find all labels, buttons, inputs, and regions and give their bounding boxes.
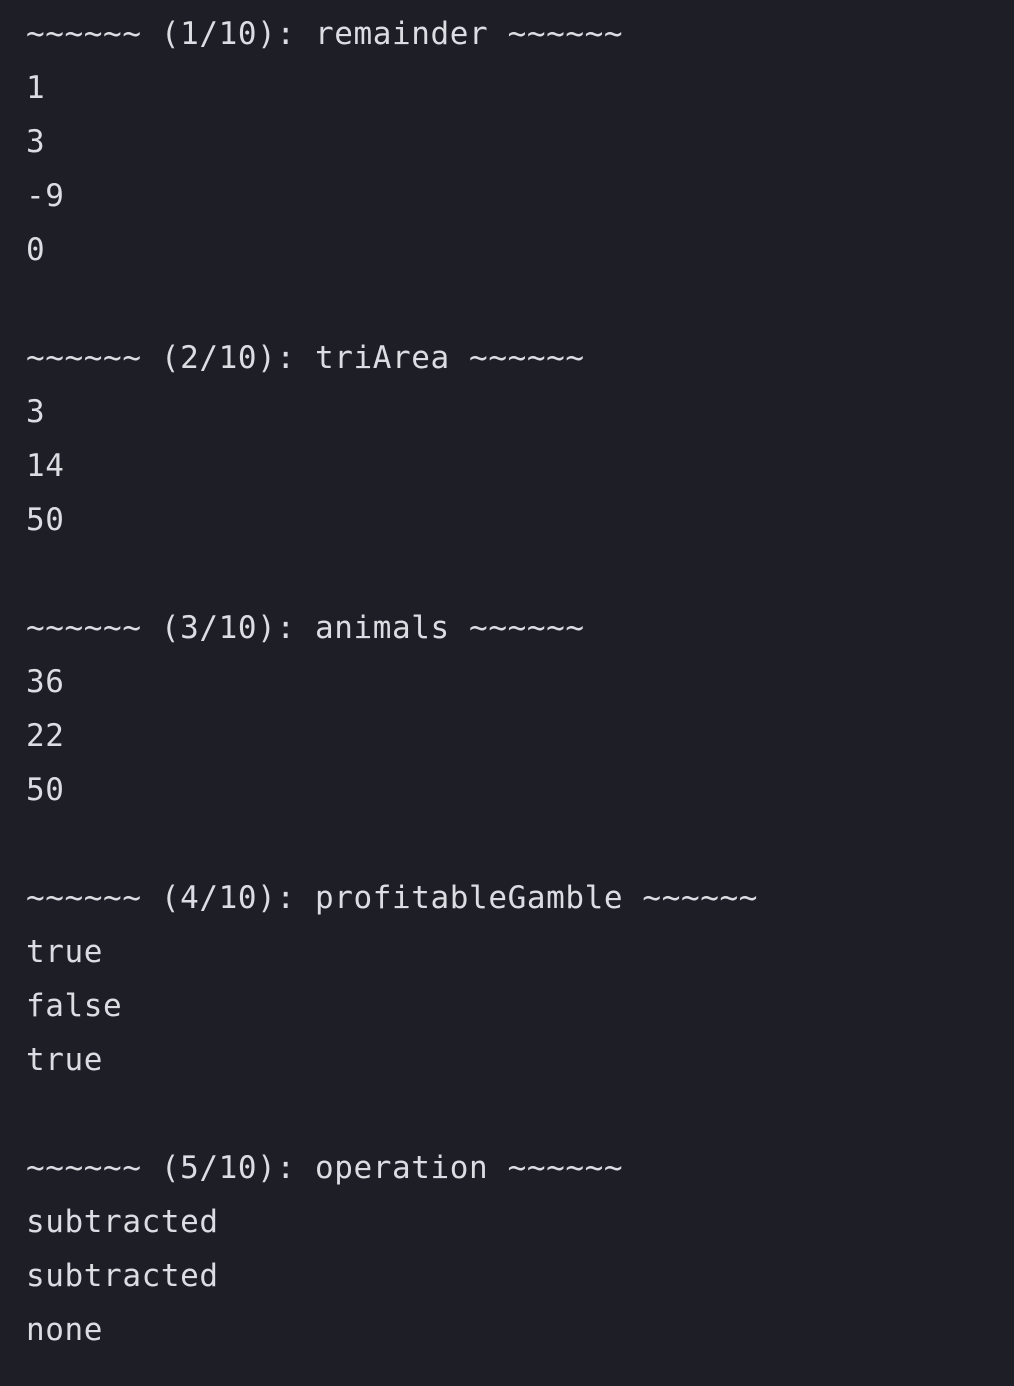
output-line: 22 [26, 718, 65, 754]
output-line: none [26, 1312, 104, 1348]
output-line: 3 [26, 124, 46, 160]
console-output: ~~~~~~ (1/10): remainder ~~~~~~ 1 3 -9 0… [0, 0, 1014, 1386]
test-section-remainder: ~~~~~~ (1/10): remainder ~~~~~~ 1 3 -9 0 [26, 12, 1014, 282]
section-header: ~~~~~~ (4/10): profitableGamble ~~~~~~ [26, 880, 759, 916]
output-line: subtracted [26, 1258, 219, 1294]
test-section-operation: ~~~~~~ (5/10): operation ~~~~~~ subtract… [26, 1146, 1014, 1362]
output-line: 50 [26, 502, 65, 538]
output-line: 36 [26, 664, 65, 700]
output-line: true [26, 1042, 104, 1078]
output-line: 1 [26, 70, 46, 106]
section-header: ~~~~~~ (3/10): animals ~~~~~~ [26, 610, 585, 646]
output-line: 3 [26, 394, 46, 430]
test-section-profitablegamble: ~~~~~~ (4/10): profitableGamble ~~~~~~ t… [26, 876, 1014, 1092]
section-header: ~~~~~~ (2/10): triArea ~~~~~~ [26, 340, 585, 376]
section-header: ~~~~~~ (5/10): operation ~~~~~~ [26, 1150, 624, 1186]
output-line: false [26, 988, 123, 1024]
section-header: ~~~~~~ (1/10): remainder ~~~~~~ [26, 16, 624, 52]
test-section-triarea: ~~~~~~ (2/10): triArea ~~~~~~ 3 14 50 [26, 336, 1014, 552]
output-line: true [26, 934, 104, 970]
output-line: -9 [26, 178, 65, 214]
output-line: 50 [26, 772, 65, 808]
output-line: 0 [26, 232, 46, 268]
output-line: 14 [26, 448, 65, 484]
output-line: subtracted [26, 1204, 219, 1240]
test-section-animals: ~~~~~~ (3/10): animals ~~~~~~ 36 22 50 [26, 606, 1014, 822]
